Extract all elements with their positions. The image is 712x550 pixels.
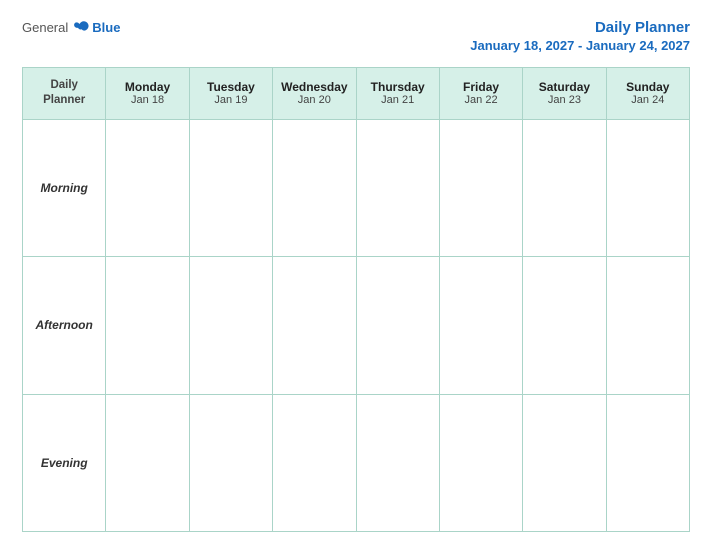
- row-label-evening: Evening: [23, 394, 106, 532]
- header-monday: Monday Jan 18: [106, 67, 189, 119]
- cell-evening-wednesday[interactable]: [273, 394, 356, 532]
- cell-morning-tuesday[interactable]: [189, 119, 272, 257]
- date-range: January 18, 2027 - January 24, 2027: [470, 38, 690, 53]
- header-saturday: Saturday Jan 23: [523, 67, 606, 119]
- row-label-morning: Morning: [23, 119, 106, 257]
- logo: General Blue: [22, 18, 120, 36]
- cell-afternoon-sunday[interactable]: [606, 257, 689, 395]
- cell-evening-friday[interactable]: [439, 394, 522, 532]
- cell-morning-wednesday[interactable]: [273, 119, 356, 257]
- page-header: General Blue Daily Planner January 18, 2…: [22, 18, 690, 53]
- cell-evening-sunday[interactable]: [606, 394, 689, 532]
- title-area: Daily Planner January 18, 2027 - January…: [470, 18, 690, 53]
- cell-morning-friday[interactable]: [439, 119, 522, 257]
- cell-morning-saturday[interactable]: [523, 119, 606, 257]
- table-row-morning: Morning: [23, 119, 690, 257]
- cell-evening-tuesday[interactable]: [189, 394, 272, 532]
- logo-general-text: General: [22, 20, 68, 35]
- cell-afternoon-friday[interactable]: [439, 257, 522, 395]
- cell-evening-monday[interactable]: [106, 394, 189, 532]
- header-friday: Friday Jan 22: [439, 67, 522, 119]
- page-title: Daily Planner: [470, 18, 690, 38]
- cell-morning-thursday[interactable]: [356, 119, 439, 257]
- row-label-afternoon: Afternoon: [23, 257, 106, 395]
- logo-bird-icon: [72, 18, 90, 36]
- header-daily-planner: DailyPlanner: [23, 67, 106, 119]
- cell-evening-thursday[interactable]: [356, 394, 439, 532]
- header-sunday: Sunday Jan 24: [606, 67, 689, 119]
- cell-morning-sunday[interactable]: [606, 119, 689, 257]
- cell-morning-monday[interactable]: [106, 119, 189, 257]
- cell-afternoon-monday[interactable]: [106, 257, 189, 395]
- planner-table: DailyPlanner Monday Jan 18 Tuesday Jan 1…: [22, 67, 690, 533]
- header-wednesday: Wednesday Jan 20: [273, 67, 356, 119]
- table-header-row: DailyPlanner Monday Jan 18 Tuesday Jan 1…: [23, 67, 690, 119]
- header-thursday: Thursday Jan 21: [356, 67, 439, 119]
- logo-blue-text: Blue: [92, 20, 120, 35]
- table-row-afternoon: Afternoon: [23, 257, 690, 395]
- cell-afternoon-thursday[interactable]: [356, 257, 439, 395]
- header-tuesday: Tuesday Jan 19: [189, 67, 272, 119]
- cell-afternoon-tuesday[interactable]: [189, 257, 272, 395]
- cell-evening-saturday[interactable]: [523, 394, 606, 532]
- logo-area: General Blue: [22, 18, 120, 36]
- cell-afternoon-saturday[interactable]: [523, 257, 606, 395]
- cell-afternoon-wednesday[interactable]: [273, 257, 356, 395]
- table-row-evening: Evening: [23, 394, 690, 532]
